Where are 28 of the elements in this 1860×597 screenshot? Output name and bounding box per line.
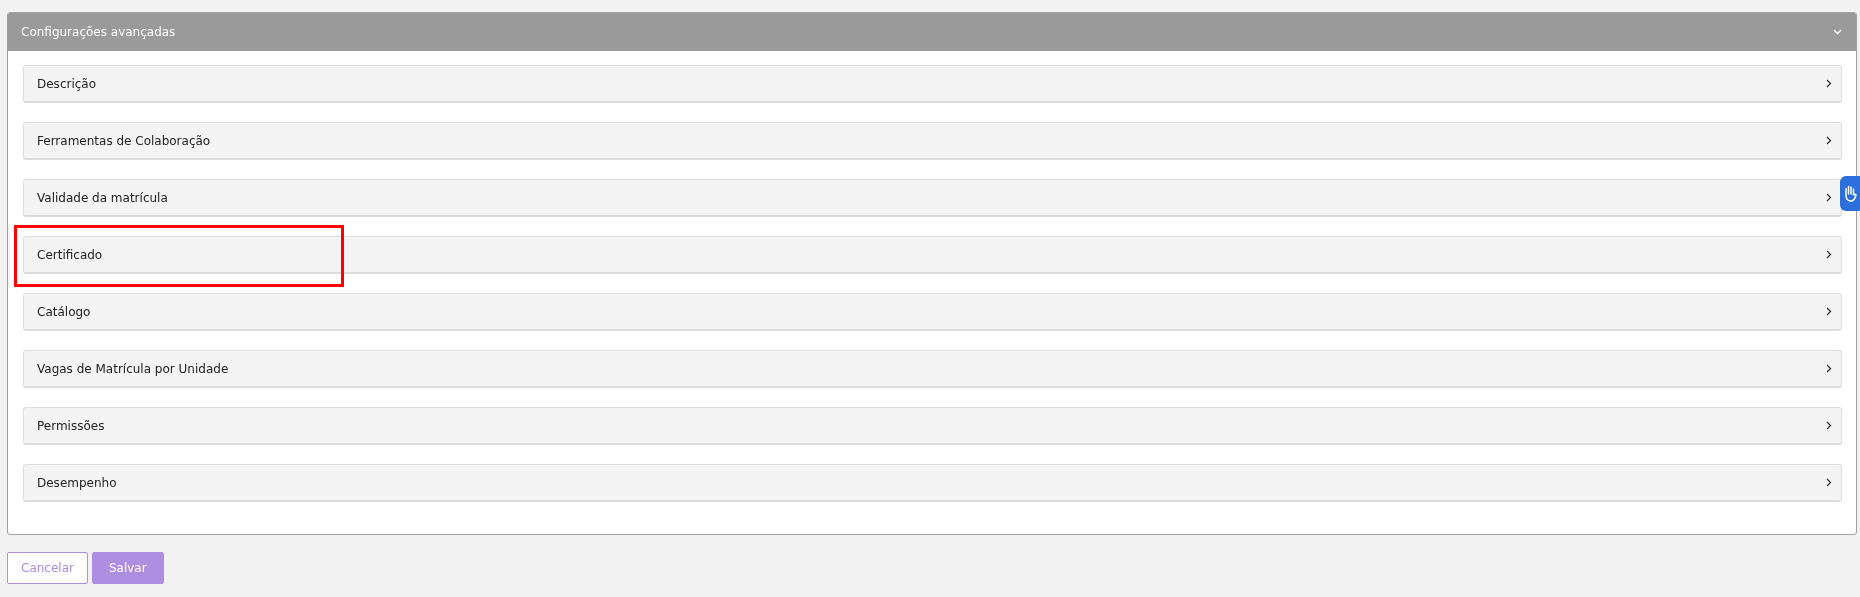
chevron-right-icon: [1826, 421, 1832, 430]
chevron-right-icon: [1826, 250, 1832, 259]
section-header[interactable]: Descrição: [23, 65, 1842, 103]
section-title: Desempenho: [37, 474, 117, 492]
hand-icon: [1843, 184, 1857, 203]
section-header[interactable]: Catálogo: [23, 293, 1842, 331]
section-header[interactable]: Permissões: [23, 407, 1842, 445]
section-header[interactable]: Ferramentas de Colaboração: [23, 122, 1842, 160]
chevron-right-icon: [1826, 364, 1832, 373]
section-header[interactable]: Vagas de Matrícula por Unidade: [23, 350, 1842, 388]
section-title: Permissões: [37, 417, 105, 435]
section-title: Descrição: [37, 75, 97, 93]
section-header[interactable]: Validade da matrícula: [23, 179, 1842, 217]
chevron-right-icon: [1826, 193, 1832, 202]
section-title: Certificado: [37, 246, 103, 264]
panel-title: Configurações avançadas: [21, 24, 176, 41]
chevron-right-icon: [1826, 79, 1832, 88]
chevron-right-icon: [1826, 478, 1832, 487]
section-title: Validade da matrícula: [37, 189, 168, 207]
section-header[interactable]: Desempenho: [23, 464, 1842, 502]
section-header[interactable]: Certificado: [23, 236, 1842, 274]
chevron-right-icon: [1826, 307, 1832, 316]
chevron-right-icon: [1826, 136, 1832, 145]
accessibility-button[interactable]: [1840, 176, 1860, 211]
chevron-icon[interactable]: [1833, 29, 1842, 35]
section-title: Ferramentas de Colaboração: [37, 132, 211, 150]
section-title: Catálogo: [37, 303, 91, 321]
section-title: Vagas de Matrícula por Unidade: [37, 360, 229, 378]
